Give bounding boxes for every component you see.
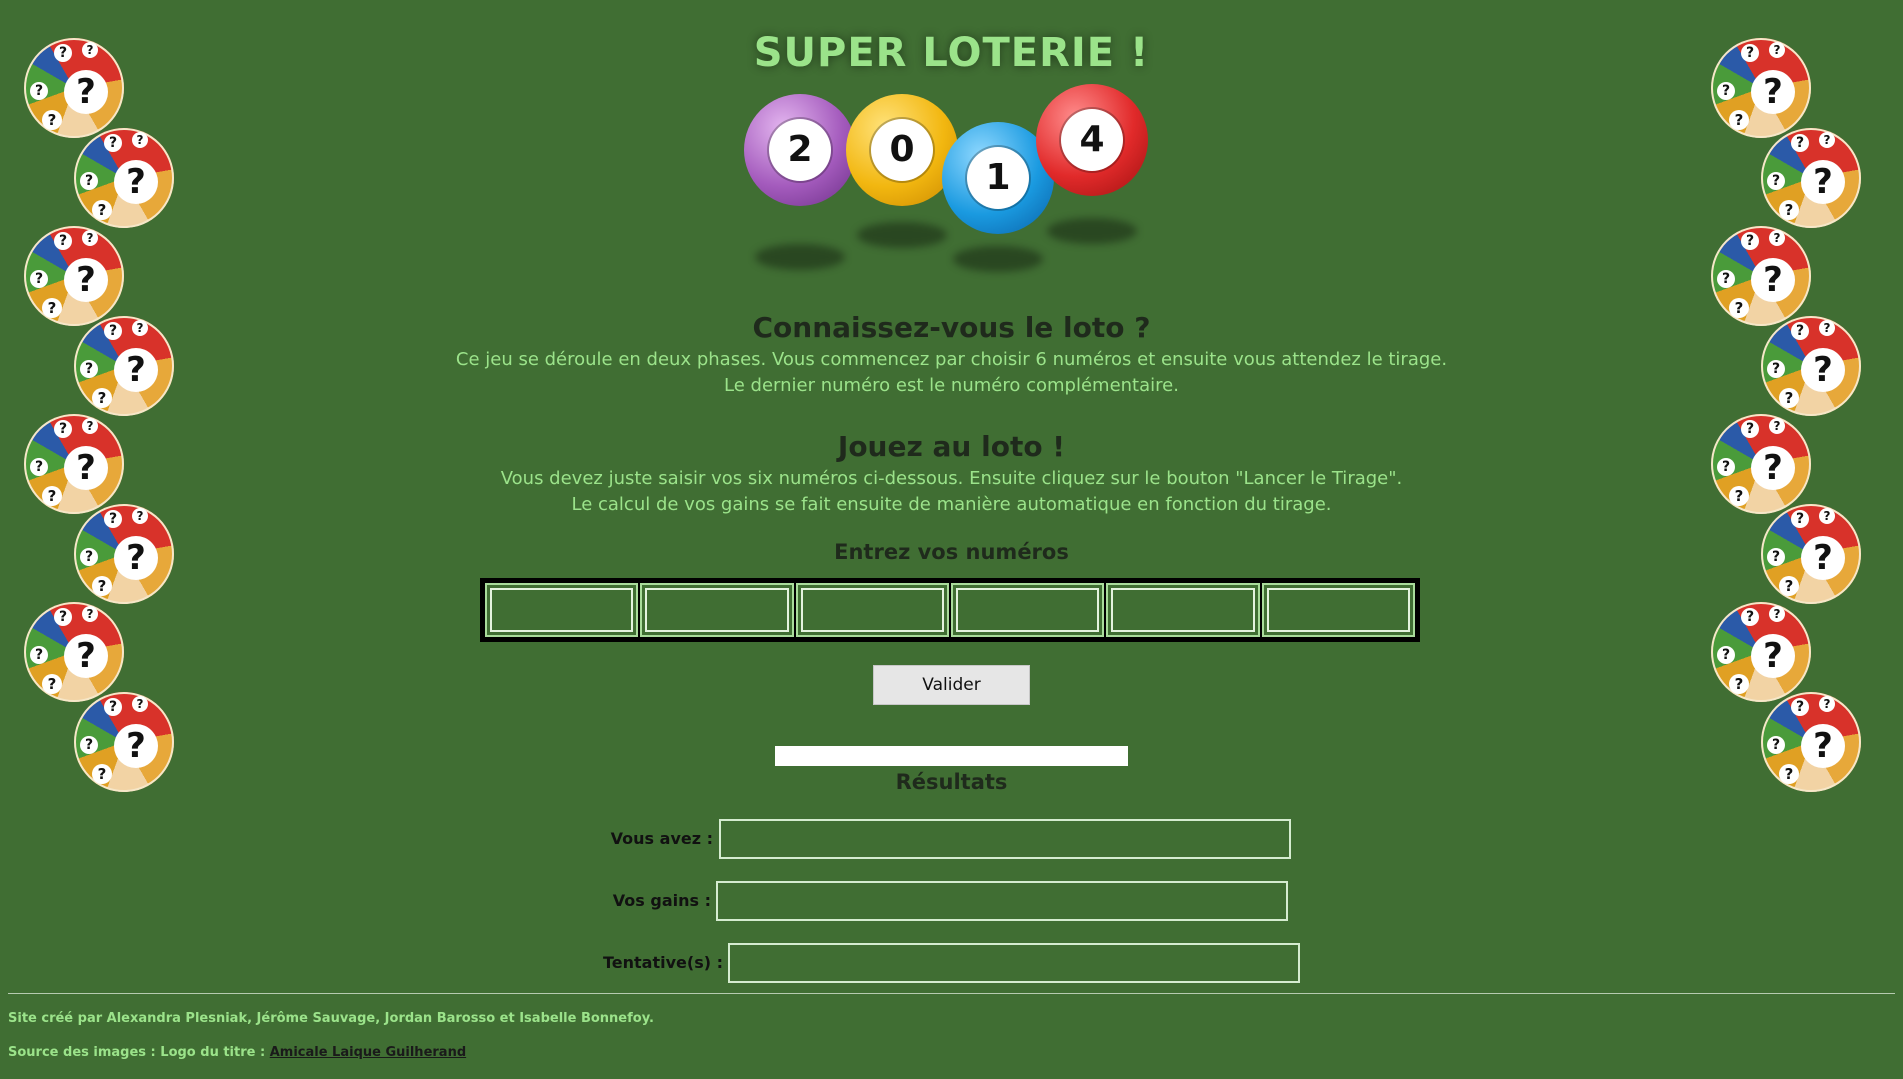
number-input-6[interactable] <box>1266 588 1410 632</box>
intro-line-1: Ce jeu se déroule en deux phases. Vous c… <box>455 349 1448 370</box>
footer-credits: Site créé par Alexandra Plesniak, Jérôme… <box>8 1011 654 1026</box>
number-input-5[interactable] <box>1111 588 1255 632</box>
lotto-ball-number: 1 <box>970 150 1026 206</box>
footer-source-link[interactable]: Amicale Laique Guilherand <box>270 1045 466 1060</box>
lotto-ball-number: 2 <box>772 122 828 178</box>
lotto-ball-number: 0 <box>874 122 930 178</box>
question-ball-icon: ????? <box>74 128 174 228</box>
page-title: SUPER LOTERIE ! <box>753 30 1150 76</box>
tentatives-field[interactable] <box>728 943 1300 983</box>
valider-button[interactable]: Valider <box>873 665 1030 705</box>
lotto-ball-number: 4 <box>1064 112 1120 168</box>
number-cell <box>640 583 794 637</box>
number-cell <box>950 583 1105 637</box>
intro-line-2: Le dernier numéro est le numéro compléme… <box>724 375 1179 396</box>
title-logo: 2 0 1 4 <box>744 84 1164 284</box>
question-ball-icon: ????? <box>24 602 124 702</box>
play-line-2: Le calcul de vos gains se fait ensuite d… <box>571 494 1332 515</box>
number-cell <box>485 583 639 637</box>
vous-avez-field[interactable] <box>719 819 1291 859</box>
tentatives-label: Tentative(s) : <box>602 953 723 972</box>
intro-title: Connaissez-vous le loto ? <box>752 311 1151 344</box>
number-input-4[interactable] <box>955 588 1100 632</box>
play-line-1: Vous devez juste saisir vos six numéros … <box>500 468 1403 489</box>
question-ball-icon: ????? <box>1711 602 1811 702</box>
number-cell <box>795 583 949 637</box>
number-input-3[interactable] <box>800 588 944 632</box>
number-cell <box>1106 583 1260 637</box>
footer-source-prefix: Source des images : Logo du titre : <box>8 1045 270 1060</box>
number-input-2[interactable] <box>645 588 789 632</box>
numbers-entry-group <box>480 578 1420 642</box>
vous-avez-label: Vous avez : <box>610 829 713 848</box>
footer-source: Source des images : Logo du titre : Amic… <box>8 1045 466 1060</box>
number-input-1[interactable] <box>490 588 634 632</box>
entry-title: Entrez vos numéros <box>834 540 1069 564</box>
footer-divider <box>8 993 1895 994</box>
play-title: Jouez au loto ! <box>837 430 1066 463</box>
draw-progress-bar <box>775 746 1128 766</box>
lotto-ball-red: 4 <box>1036 84 1148 244</box>
number-cell <box>1261 583 1415 637</box>
vos-gains-label: Vos gains : <box>612 891 711 910</box>
lotto-ball-purple: 2 <box>744 94 856 270</box>
vos-gains-field[interactable] <box>716 881 1288 921</box>
question-ball-icon: ????? <box>1761 128 1861 228</box>
results-title: Résultats <box>895 770 1008 794</box>
lotto-ball-yellow: 0 <box>846 94 958 248</box>
